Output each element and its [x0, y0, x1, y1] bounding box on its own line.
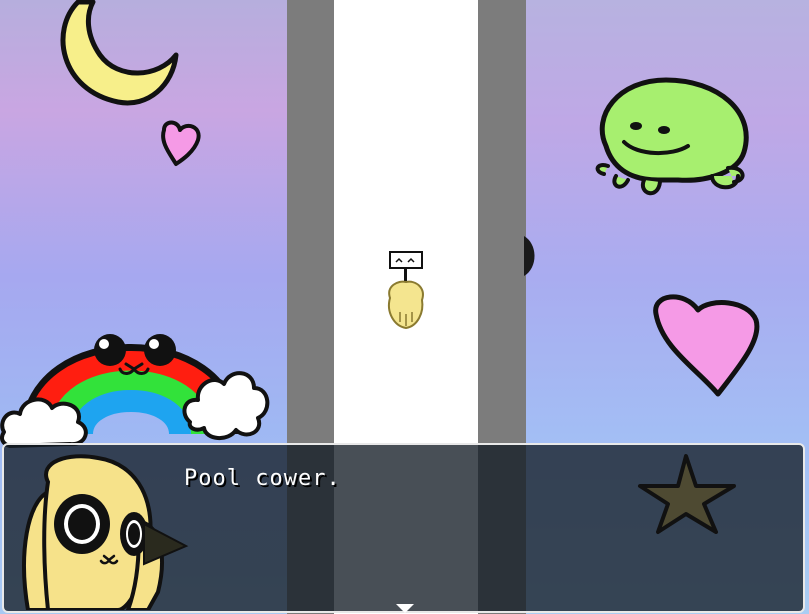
dialog-text: Pool cower.	[184, 466, 341, 491]
heart-icon	[653, 294, 760, 397]
star-icon	[638, 454, 736, 534]
down-arrow-icon[interactable]	[396, 604, 414, 613]
frog-icon	[595, 77, 749, 195]
cloud-icon	[182, 371, 270, 440]
shadow-blob	[524, 236, 535, 276]
cloud-icon	[0, 397, 88, 448]
player-sprite	[388, 251, 424, 330]
heart-icon	[161, 120, 201, 166]
moon-icon	[60, 0, 179, 106]
shadow-shape	[143, 522, 189, 566]
